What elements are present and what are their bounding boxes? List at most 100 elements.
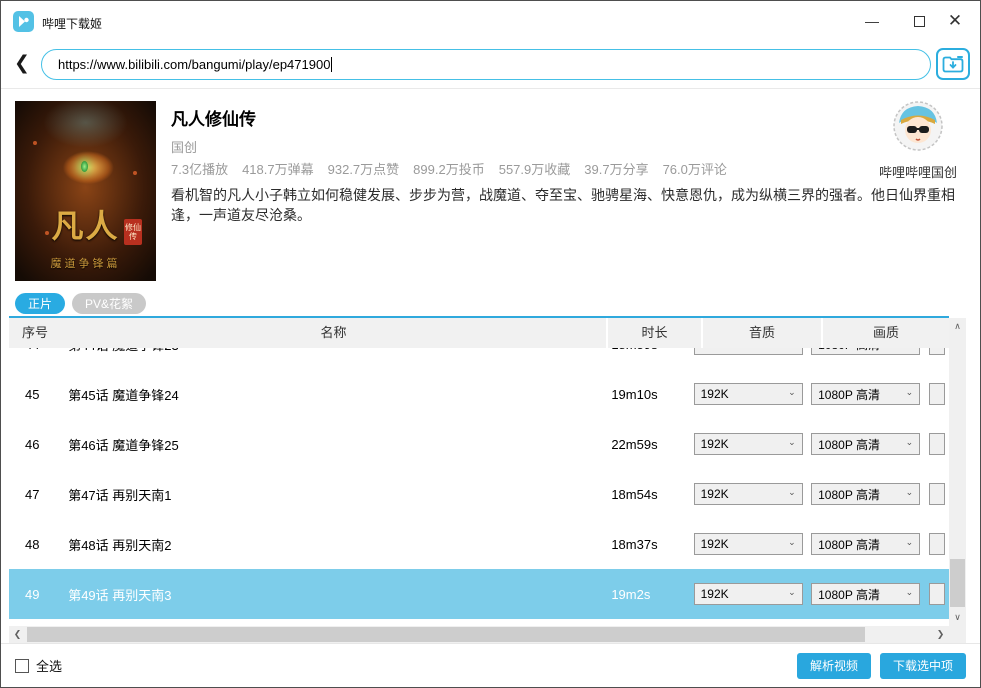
vertical-scrollbar[interactable]: ∧ ∨: [949, 318, 966, 626]
video-quality-value: 1080P 高清: [818, 348, 880, 353]
chevron-down-icon: ⌄: [906, 387, 914, 398]
uploader-block: 哔哩哔哩国创: [870, 99, 966, 181]
app-window: { "window": { "title": "哔哩下载姬", "minimiz…: [0, 0, 981, 688]
stat-favorites: 557.9万收藏: [499, 162, 571, 177]
table-body: 44 第44话 魔道争锋23 18m59s 192K ⌄ 1080P 高清 ⌄ …: [9, 348, 949, 626]
row-number: 46: [9, 437, 60, 452]
chevron-down-icon: ⌄: [788, 487, 796, 498]
cutoff-select[interactable]: [929, 583, 945, 605]
cutoff-select[interactable]: [929, 533, 945, 555]
title-bar: 哔哩下载姬 — ✕: [1, 1, 980, 41]
download-folder-icon: [942, 55, 964, 74]
uploader-avatar: [891, 99, 945, 155]
row-title: 第46话 魔道争锋25: [60, 435, 593, 454]
video-quality-select[interactable]: 1080P 高清 ⌄: [811, 348, 920, 355]
cutoff-column: [929, 433, 949, 455]
scrollbar-corner: [949, 626, 966, 643]
row-duration: 19m10s: [593, 387, 686, 402]
footer-bar: 全选 解析视频 下载选中项: [1, 643, 980, 687]
header-name: 名称: [61, 318, 606, 348]
horizontal-scrollbar[interactable]: ❮ ❯: [9, 626, 949, 643]
row-duration: 18m59s: [593, 348, 686, 352]
audio-quality-select[interactable]: 192K ⌄: [694, 483, 803, 505]
row-title: 第47话 再别天南1: [60, 485, 593, 504]
cutoff-select[interactable]: [929, 383, 945, 405]
url-input[interactable]: https://www.bilibili.com/bangumi/play/ep…: [41, 49, 931, 80]
vertical-scroll-thumb[interactable]: [950, 559, 965, 607]
cutoff-select[interactable]: [929, 483, 945, 505]
app-logo-icon: [13, 11, 34, 32]
video-info-section: 凡人 修仙传 魔道争锋篇 凡人修仙传 国创 7.3亿播放418.7万弹幕932.…: [1, 97, 980, 289]
select-all-group[interactable]: 全选: [15, 656, 62, 675]
cover-glow-orb: [81, 161, 88, 172]
audio-quality-select[interactable]: 192K ⌄: [694, 383, 803, 405]
horizontal-scroll-thumb[interactable]: [27, 627, 865, 642]
scroll-right-arrow-icon[interactable]: ❯: [932, 626, 949, 643]
tab-pv-extras[interactable]: PV&花絮: [72, 293, 146, 314]
nav-bar: ❮ https://www.bilibili.com/bangumi/play/…: [1, 41, 980, 89]
video-quality-select[interactable]: 1080P 高清 ⌄: [811, 483, 920, 505]
chevron-down-icon: ⌄: [788, 437, 796, 448]
cover-seal-stamp: 修仙传: [124, 219, 142, 245]
video-quality-value: 1080P 高清: [818, 586, 880, 603]
select-all-label: 全选: [36, 656, 62, 675]
cutoff-select[interactable]: [929, 348, 945, 355]
cover-spark: [33, 141, 37, 145]
cutoff-select[interactable]: [929, 433, 945, 455]
cutoff-column: [929, 583, 949, 605]
audio-quality-value: 192K: [701, 487, 729, 501]
video-quality-select[interactable]: 1080P 高清 ⌄: [811, 583, 920, 605]
video-quality-value: 1080P 高清: [818, 436, 880, 453]
cutoff-column: [929, 483, 949, 505]
video-quality-select[interactable]: 1080P 高清 ⌄: [811, 433, 920, 455]
maximize-button[interactable]: [906, 9, 932, 33]
audio-quality-select[interactable]: 192K ⌄: [694, 433, 803, 455]
row-duration: 19m2s: [593, 587, 686, 602]
table-row[interactable]: 47 第47话 再别天南1 18m54s 192K ⌄ 1080P 高清 ⌄: [9, 469, 949, 519]
audio-quality-select[interactable]: 192K ⌄: [694, 348, 803, 355]
audio-quality-select[interactable]: 192K ⌄: [694, 583, 803, 605]
video-quality-select[interactable]: 1080P 高清 ⌄: [811, 533, 920, 555]
clipped-row-viewport: 44 第44话 魔道争锋23 18m59s 192K ⌄ 1080P 高清 ⌄: [9, 348, 949, 369]
video-quality-select[interactable]: 1080P 高清 ⌄: [811, 383, 920, 405]
chevron-down-icon: ⌄: [906, 537, 914, 548]
chevron-down-icon: ⌄: [906, 437, 914, 448]
table-row[interactable]: 45 第45话 魔道争锋24 19m10s 192K ⌄ 1080P 高清 ⌄: [9, 369, 949, 419]
select-all-checkbox[interactable]: [15, 659, 29, 673]
row-duration: 18m37s: [593, 537, 686, 552]
table-row[interactable]: 49 第49话 再别天南3 19m2s 192K ⌄ 1080P 高清 ⌄: [9, 569, 949, 619]
app-title: 哔哩下载姬: [42, 15, 102, 32]
scroll-left-arrow-icon[interactable]: ❮: [9, 626, 26, 643]
video-quality-value: 1080P 高清: [818, 386, 880, 403]
uploader-name: 哔哩哔哩国创: [870, 162, 966, 181]
tab-main-episodes[interactable]: 正片: [15, 293, 65, 314]
header-duration: 时长: [606, 318, 701, 348]
cover-spark: [133, 171, 137, 175]
scroll-down-arrow-icon[interactable]: ∨: [949, 609, 966, 626]
stat-likes: 932.7万点赞: [328, 162, 400, 177]
row-title: 第48话 再别天南2: [60, 535, 593, 554]
video-stats: 7.3亿播放418.7万弹幕932.7万点赞899.2万投币557.9万收藏39…: [171, 159, 741, 178]
audio-quality-select[interactable]: 192K ⌄: [694, 533, 803, 555]
stat-comments: 76.0万评论: [663, 162, 727, 177]
back-button[interactable]: ❮: [14, 52, 30, 75]
chevron-down-icon: ⌄: [906, 587, 914, 598]
url-text: https://www.bilibili.com/bangumi/play/ep…: [58, 57, 330, 72]
cover-image: 凡人 修仙传 魔道争锋篇: [15, 101, 156, 281]
table-header: 序号 名称 时长 音质 画质: [9, 318, 949, 348]
cutoff-column: [929, 348, 949, 355]
table-row[interactable]: 46 第46话 魔道争锋25 22m59s 192K ⌄ 1080P 高清 ⌄: [9, 419, 949, 469]
scroll-up-arrow-icon[interactable]: ∧: [949, 318, 966, 335]
chevron-down-icon: ⌄: [788, 387, 796, 398]
table-row[interactable]: 48 第48话 再别天南2 18m37s 192K ⌄ 1080P 高清 ⌄: [9, 519, 949, 569]
video-quality-value: 1080P 高清: [818, 536, 880, 553]
close-button[interactable]: ✕: [942, 9, 968, 33]
download-selected-button[interactable]: 下载选中项: [880, 653, 966, 679]
minimize-button[interactable]: —: [859, 9, 885, 33]
table-row[interactable]: 44 第44话 魔道争锋23 18m59s 192K ⌄ 1080P 高清 ⌄: [9, 348, 949, 369]
cover-subtitle-text: 魔道争锋篇: [15, 255, 156, 271]
footer-buttons: 解析视频 下载选中项: [797, 653, 966, 679]
parse-video-button[interactable]: 解析视频: [797, 653, 871, 679]
download-folder-button[interactable]: [936, 48, 970, 80]
row-number: 44: [9, 348, 60, 352]
